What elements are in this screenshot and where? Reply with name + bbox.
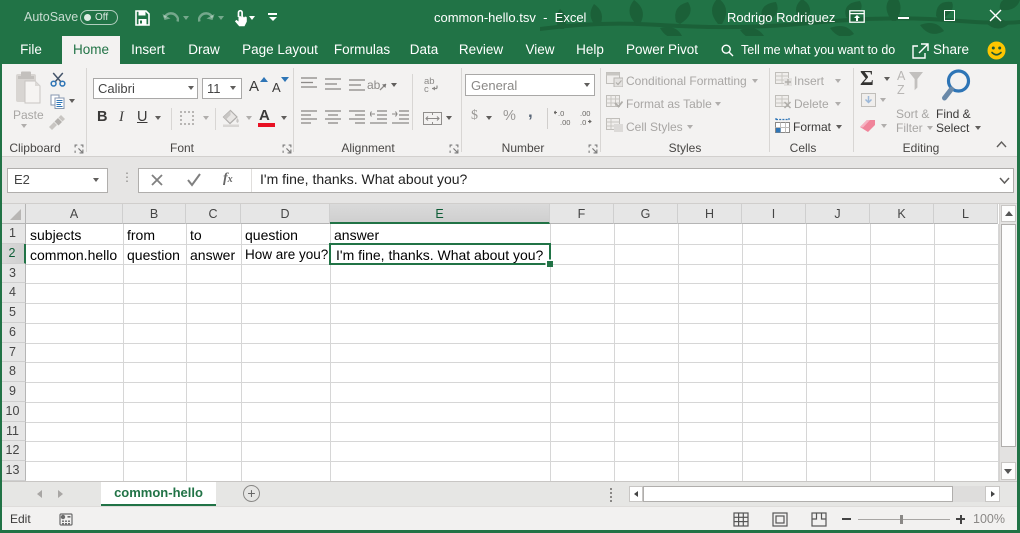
svg-text:.00: .00 (560, 118, 570, 126)
svg-text:ab: ab (367, 78, 381, 92)
svg-text:.00: .00 (580, 109, 590, 118)
svg-text:A: A (897, 69, 906, 83)
svg-text:.0: .0 (558, 109, 564, 118)
svg-text:c: c (424, 84, 429, 92)
svg-text:Z: Z (897, 83, 905, 95)
svg-text:.0: .0 (580, 118, 586, 126)
